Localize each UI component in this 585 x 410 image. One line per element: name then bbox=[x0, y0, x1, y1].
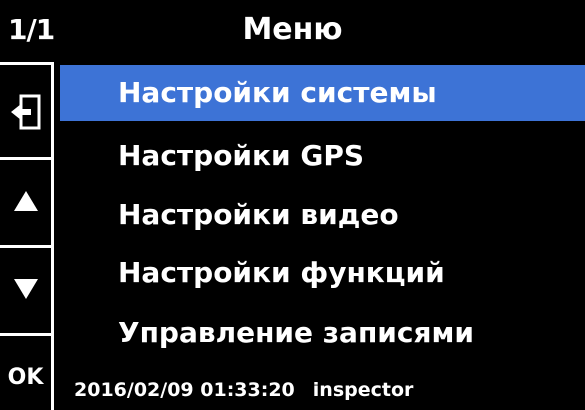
down-button[interactable] bbox=[0, 253, 51, 325]
side-divider bbox=[0, 333, 51, 336]
triangle-down-icon bbox=[13, 279, 38, 299]
user-name: inspector bbox=[312, 379, 414, 401]
menu-item-system-settings[interactable]: Настройки системы bbox=[60, 65, 585, 121]
back-button[interactable] bbox=[0, 77, 51, 147]
menu-item-label: Настройки системы bbox=[118, 76, 437, 109]
side-divider bbox=[0, 157, 51, 160]
ok-button[interactable]: OK bbox=[0, 341, 51, 410]
exit-door-arrow-icon bbox=[10, 94, 40, 130]
menu-item-video-settings[interactable]: Настройки видео bbox=[60, 187, 585, 243]
menu-item-label: Настройки функций bbox=[118, 256, 445, 289]
triangle-up-icon bbox=[13, 191, 38, 211]
menu-item-label: Управление записями bbox=[118, 316, 475, 349]
menu-item-gps-settings[interactable]: Настройки GPS bbox=[60, 128, 585, 184]
menu-item-label: Настройки GPS bbox=[118, 139, 365, 172]
camera-menu-screen: 1/1 Меню OK Настройки системы Настройки … bbox=[0, 0, 585, 410]
header: 1/1 Меню bbox=[0, 0, 585, 62]
status-bar: 2016/02/09 01:33:20 inspector bbox=[74, 370, 413, 410]
side-divider bbox=[0, 245, 51, 248]
side-controls: OK bbox=[0, 62, 54, 410]
menu-item-function-settings[interactable]: Настройки функций bbox=[60, 245, 585, 301]
datetime-readout: 2016/02/09 01:33:20 bbox=[74, 379, 295, 401]
menu-item-record-management[interactable]: Управление записями bbox=[60, 305, 585, 361]
menu-item-label: Настройки видео bbox=[118, 198, 399, 231]
ok-label: OK bbox=[7, 364, 44, 390]
up-button[interactable] bbox=[0, 165, 51, 237]
page-title: Меню bbox=[242, 12, 343, 47]
